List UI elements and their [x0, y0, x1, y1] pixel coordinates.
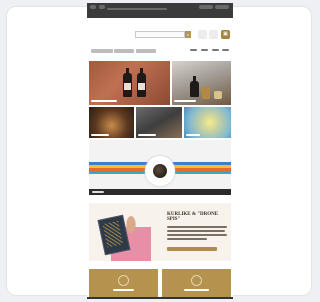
banner-caption-bar — [89, 189, 231, 195]
topbar-link[interactable] — [215, 5, 229, 9]
tile-caption — [186, 134, 200, 136]
topbar-link[interactable] — [199, 5, 213, 9]
topbar-item[interactable] — [99, 5, 105, 9]
topbar-item[interactable] — [90, 5, 96, 9]
tile-caption — [91, 100, 117, 102]
bottle — [190, 76, 199, 97]
topbar-message — [107, 8, 167, 10]
nav-button[interactable] — [136, 49, 156, 53]
tile-caption — [174, 100, 196, 102]
nav-link[interactable] — [190, 49, 197, 51]
feature-label — [184, 289, 209, 291]
promo-button[interactable] — [167, 247, 217, 251]
nav-link[interactable] — [212, 49, 219, 51]
feature-label — [113, 289, 134, 291]
feature-icon — [118, 275, 129, 286]
feature-tile-left[interactable] — [89, 269, 158, 299]
top-bar — [87, 3, 233, 18]
promo-title: KURLIKE & "DRONE SPIS" — [167, 212, 219, 222]
category-tile-kitchen[interactable] — [136, 107, 182, 138]
account-icon[interactable] — [198, 30, 207, 39]
tile-caption — [91, 134, 109, 136]
category-tile-pantry[interactable] — [172, 61, 231, 105]
jar — [202, 87, 210, 99]
nav-link[interactable] — [222, 49, 229, 51]
promo-text-line — [167, 226, 227, 228]
cart-icon[interactable]: ▣ — [221, 30, 230, 39]
dish-image — [153, 164, 167, 178]
nav-link[interactable] — [201, 49, 208, 51]
banner-caption — [92, 191, 104, 193]
promo-text-line — [167, 234, 227, 236]
promo-text-line — [167, 230, 225, 232]
promo-text-line — [167, 238, 207, 240]
wine-bottle — [123, 68, 132, 97]
category-tile-cooking[interactable] — [89, 107, 134, 138]
category-tile-wine[interactable] — [89, 61, 170, 105]
nav-button[interactable] — [91, 49, 113, 53]
nav-button[interactable] — [114, 49, 134, 53]
search-input[interactable] — [135, 31, 185, 38]
wine-bottle — [137, 68, 146, 97]
bottom-bar — [87, 297, 233, 299]
tile-caption — [138, 134, 156, 136]
feature-tile-right[interactable] — [162, 269, 231, 299]
site-header: ⌕ ▣ — [87, 18, 233, 60]
search-icon[interactable]: ⌕ — [185, 31, 191, 38]
jar — [214, 91, 222, 99]
hero-banner[interactable] — [89, 140, 231, 195]
feature-icon — [191, 275, 202, 286]
mobile-page-preview: ⌕ ▣ KURLIKE & "DRONE SPIS" — [87, 3, 233, 299]
category-tile-fresh[interactable] — [184, 107, 231, 138]
heart-icon[interactable] — [209, 30, 218, 39]
promo-section: KURLIKE & "DRONE SPIS" — [89, 203, 231, 261]
